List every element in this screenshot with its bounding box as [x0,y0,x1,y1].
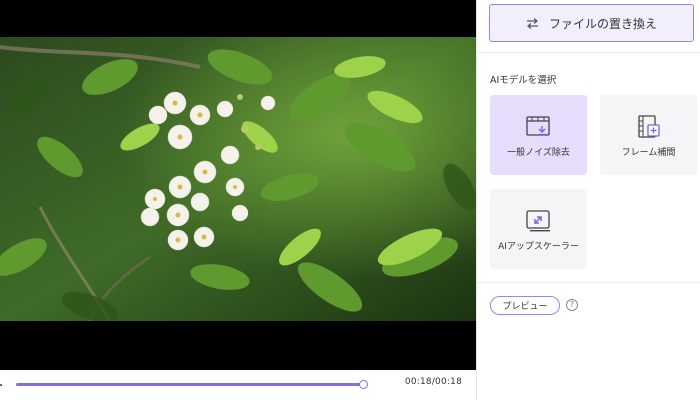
preview-button[interactable]: プレビュー [490,296,560,315]
swap-arrows-icon [526,17,539,29]
upscale-icon [525,207,552,235]
film-add-frame-icon [636,113,662,141]
model-card-frame-interpolation[interactable]: フレーム補間 [600,95,697,175]
replace-file-button[interactable]: ファイルの置き換え [489,4,694,42]
progress-bar[interactable] [16,380,368,389]
playback-controls: 00:18/00:18 [0,370,476,400]
question-mark-icon[interactable]: ? [566,299,578,311]
ai-model-panel: ファイルの置き換え AIモデルを選択 一般ノイズ除去 フレーム補間 AIアップス… [477,0,700,400]
model-card-denoise[interactable]: 一般ノイズ除去 [490,95,587,175]
film-denoise-icon [525,113,552,141]
control-marker [0,384,2,386]
model-label-upscaler: AIアップスケーラー [498,241,579,252]
section-divider [477,282,700,283]
video-preview[interactable] [0,37,476,321]
section-divider [477,52,700,53]
replace-file-label: ファイルの置き換え [548,16,657,31]
model-label-frame-interpolation: フレーム補間 [621,147,676,158]
video-frame-image [0,37,476,321]
model-label-denoise: 一般ノイズ除去 [507,147,570,158]
time-display: 00:18/00:18 [404,377,462,387]
progress-fill [16,383,363,386]
section-label: AIモデルを選択 [490,75,557,86]
progress-thumb[interactable] [359,380,368,389]
model-card-upscaler[interactable]: AIアップスケーラー [490,189,587,269]
video-player[interactable]: 00:18/00:18 [0,0,476,400]
